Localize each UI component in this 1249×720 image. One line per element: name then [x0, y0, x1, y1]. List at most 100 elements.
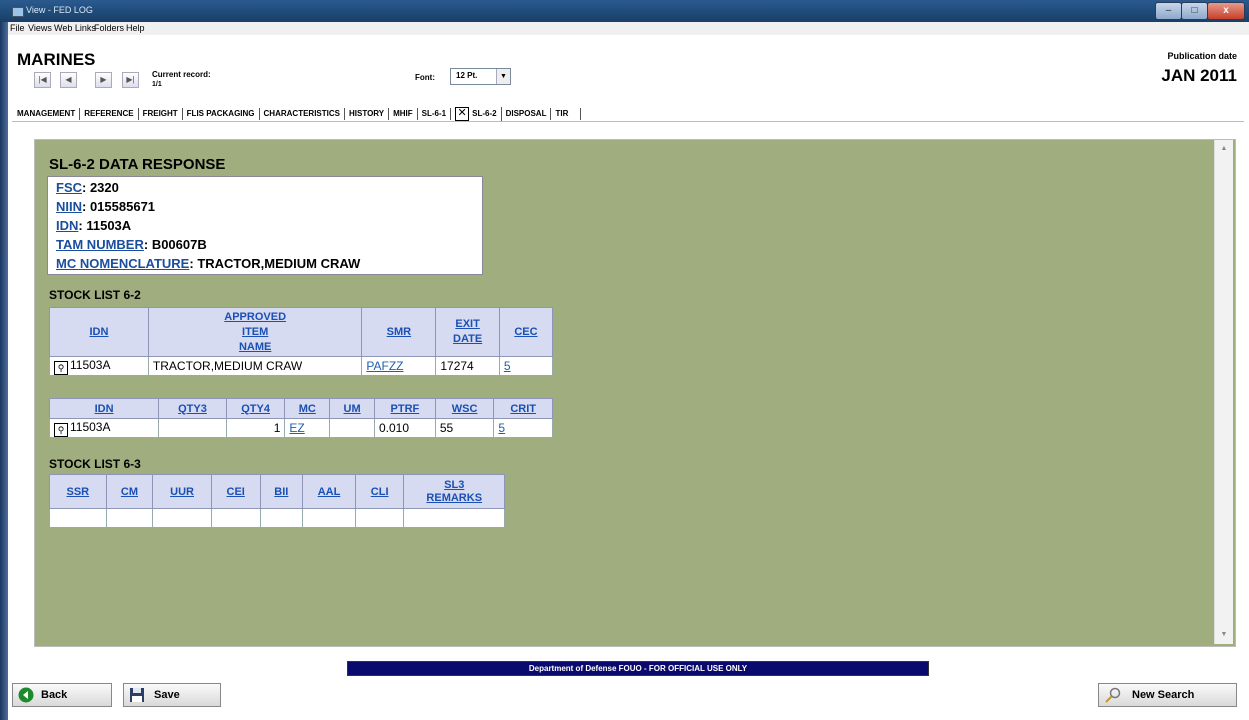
tab-characteristics[interactable]: CHARACTERISTICS — [260, 107, 345, 120]
col-crit[interactable]: CRIT — [493, 398, 553, 419]
col-um[interactable]: UM — [329, 398, 375, 419]
cell-uur — [152, 508, 212, 528]
tab-bar: MANAGEMENT REFERENCE FREIGHT FLIS PACKAGING… — [17, 105, 582, 121]
cell-cm — [105, 508, 154, 528]
col-exit-date[interactable]: EXIT DATE — [435, 307, 500, 357]
col-aal[interactable]: AAL — [302, 474, 356, 509]
table-header-row: SSR CM UUR CEI BII AAL CLI SL3 REMARKS — [49, 474, 505, 509]
col-uur[interactable]: UUR — [152, 474, 212, 509]
scroll-down-icon[interactable]: ▼ — [1215, 628, 1233, 642]
magnifier-icon[interactable]: ⚲ — [54, 422, 68, 437]
fsc-link[interactable]: FSC — [56, 180, 82, 195]
tab-flis-packaging[interactable]: FLIS PACKAGING — [183, 107, 260, 120]
minimize-icon: – — [1165, 5, 1172, 16]
table-header-row: IDN QTY3 QTY4 MC UM PTRF WSC CRIT — [48, 398, 553, 419]
col-sl3-remarks[interactable]: SL3 REMARKS — [403, 474, 505, 509]
tab-history[interactable]: HISTORY — [345, 107, 390, 120]
col-cei[interactable]: CEI — [210, 474, 261, 509]
org-title: MARINES — [17, 50, 96, 69]
idn-link[interactable]: IDN — [56, 218, 78, 233]
tam-number-value: B00607B — [151, 237, 207, 252]
col-smr[interactable]: SMR — [361, 307, 437, 357]
tab-sl-6-1[interactable]: SL-6-1 — [418, 107, 452, 120]
smr-link[interactable]: PAFZZ — [366, 359, 403, 373]
cec-link[interactable]: 5 — [504, 359, 511, 373]
font-size-select[interactable]: 12 Pt. ▼ — [450, 68, 511, 85]
window-title: View - FED LOG — [26, 5, 93, 15]
tab-management[interactable]: MANAGEMENT — [17, 107, 81, 120]
tab-mhif[interactable]: MHIF — [389, 107, 418, 120]
publication-date-label: Publication date — [1167, 51, 1237, 61]
vertical-scrollbar[interactable]: ▲ ▼ — [1214, 140, 1233, 644]
idn-value: 11503A — [86, 218, 132, 233]
last-record-button[interactable]: ▶| — [122, 72, 139, 88]
cell-cli — [354, 508, 405, 528]
maximize-icon: □ — [1191, 5, 1198, 16]
next-record-button[interactable]: ▶ — [95, 72, 112, 88]
back-button[interactable]: Back — [12, 683, 112, 707]
new-search-button[interactable]: New Search — [1098, 683, 1237, 707]
scroll-up-icon[interactable]: ▲ — [1215, 142, 1233, 156]
stock-list-6-3-table: SSR CM UUR CEI BII AAL CLI SL3 REMARKS — [49, 474, 505, 528]
col-idn[interactable]: IDN — [49, 307, 149, 357]
maximize-button[interactable]: □ — [1181, 2, 1208, 20]
col-qty4[interactable]: QTY4 — [225, 398, 286, 419]
table-row — [49, 508, 505, 528]
cell-sl3-remarks — [403, 508, 505, 528]
menu-help[interactable]: Help — [126, 22, 145, 35]
niin-link[interactable]: NIIN — [56, 199, 82, 214]
close-icon: x — [1223, 5, 1229, 16]
col-cec[interactable]: CEC — [498, 307, 554, 357]
mc-link[interactable]: EZ — [289, 421, 304, 435]
divider — [12, 121, 1244, 122]
menu-folders[interactable]: Folders — [94, 22, 124, 35]
tab-tir[interactable]: TIR — [551, 107, 582, 120]
col-idn[interactable]: IDN — [48, 398, 160, 419]
stock-list-6-2-table: IDN APPROVED ITEM NAME SMR EXIT DATE CEC… — [49, 307, 554, 376]
col-cm[interactable]: CM — [105, 474, 154, 509]
tab-freight[interactable]: FREIGHT — [139, 107, 183, 120]
window-border — [0, 22, 8, 720]
window-titlebar[interactable]: View - FED LOG – □ x — [0, 0, 1249, 22]
col-approved-item-name[interactable]: APPROVED ITEM NAME — [147, 307, 363, 357]
cell-cei — [210, 508, 261, 528]
tab-disposal[interactable]: DISPOSAL — [502, 107, 552, 120]
cell-qty3 — [158, 418, 227, 438]
field-idn: IDN: 11503A — [56, 218, 132, 233]
menu-views[interactable]: Views — [28, 22, 52, 35]
table-row: ⚲ 11503A 1 EZ 0.010 55 5 — [48, 418, 553, 438]
col-ssr[interactable]: SSR — [49, 474, 107, 509]
cell-ptrf: 0.010 — [373, 418, 436, 438]
cell-qty4: 1 — [225, 418, 286, 438]
cell-smr: PAFZZ — [361, 356, 437, 376]
save-label: Save — [154, 689, 180, 701]
col-bii[interactable]: BII — [259, 474, 304, 509]
tab-reference[interactable]: REFERENCE — [80, 107, 139, 120]
cell-ssr — [49, 508, 107, 528]
tam-number-link[interactable]: TAM NUMBER — [56, 237, 144, 252]
col-ptrf[interactable]: PTRF — [373, 398, 436, 419]
save-button[interactable]: Save — [123, 683, 221, 707]
chevron-down-icon[interactable]: ▼ — [496, 69, 510, 84]
col-cli[interactable]: CLI — [354, 474, 405, 509]
cell-cec: 5 — [498, 356, 554, 376]
close-button[interactable]: x — [1207, 2, 1245, 20]
first-record-button[interactable]: |◀ — [34, 72, 51, 88]
field-fsc: FSC: 2320 — [56, 180, 119, 195]
col-wsc[interactable]: WSC — [434, 398, 495, 419]
col-qty3[interactable]: QTY3 — [158, 398, 227, 419]
menu-file[interactable]: File — [10, 22, 25, 35]
crit-link[interactable]: 5 — [498, 421, 505, 435]
menu-web-links[interactable]: Web Links — [54, 22, 96, 35]
cell-item-name: TRACTOR,MEDIUM CRAW — [147, 356, 363, 376]
prev-record-button[interactable]: ◀ — [60, 72, 77, 88]
active-tab-check-icon: ✕ — [455, 106, 470, 121]
font-size-value: 12 Pt. — [456, 71, 478, 80]
field-mc-nomenclature: MC NOMENCLATURE: TRACTOR,MEDIUM CRAW — [56, 256, 361, 271]
minimize-button[interactable]: – — [1155, 2, 1182, 20]
mc-nomenclature-link[interactable]: MC NOMENCLATURE — [56, 256, 189, 271]
magnifier-icon[interactable]: ⚲ — [54, 360, 68, 375]
stock-list-6-2-detail-table: IDN QTY3 QTY4 MC UM PTRF WSC CRIT ⚲ 11503… — [48, 398, 553, 438]
col-mc[interactable]: MC — [284, 398, 331, 419]
tab-sl-6-2[interactable]: ✕ SL-6-2 — [451, 106, 502, 121]
